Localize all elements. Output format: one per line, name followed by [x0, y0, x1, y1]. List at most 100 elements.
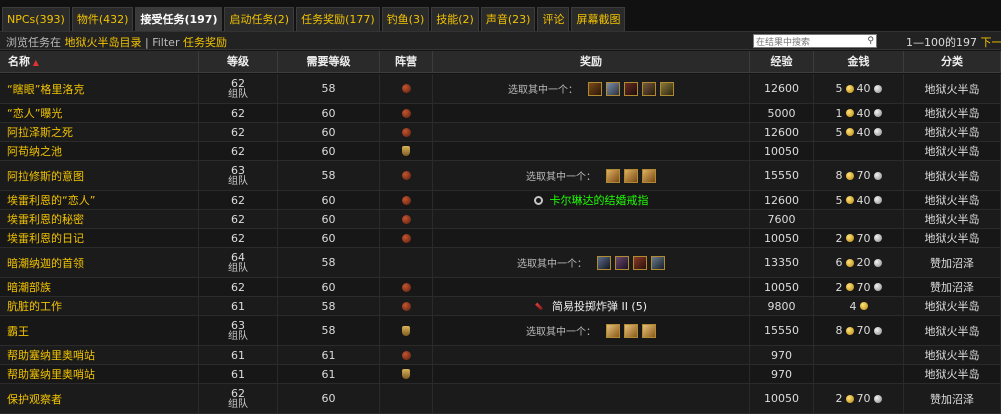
category-link[interactable]: 赞加沼泽 — [930, 279, 974, 295]
column-header-3[interactable]: 阵营 — [380, 51, 433, 73]
quest-name-link[interactable]: 埃雷利恩的“恋人” — [7, 192, 95, 208]
reward-item-icon[interactable] — [642, 169, 656, 183]
column-header-6[interactable]: 金钱 — [814, 51, 904, 73]
cell-3 — [380, 248, 433, 277]
cell-3 — [380, 229, 433, 247]
cell-5: 9800 — [750, 297, 814, 315]
reward-item-icon[interactable] — [606, 169, 620, 183]
zone-link[interactable]: 地狱火半岛目录 — [65, 36, 142, 49]
cell-1: 62 — [199, 191, 278, 209]
quest-name-link[interactable]: 保护观察者 — [7, 391, 62, 407]
category-link[interactable]: 地狱火半岛 — [925, 211, 980, 227]
level-value: 62 — [231, 213, 245, 226]
quest-level: 62组队 — [228, 78, 248, 100]
category-link[interactable]: 地狱火半岛 — [925, 81, 980, 97]
level-value: 61 — [231, 300, 245, 313]
column-header-2[interactable]: 需要等级 — [278, 51, 380, 73]
reward-item-icon[interactable] — [606, 82, 620, 96]
horde-icon — [402, 171, 411, 180]
column-header-5[interactable]: 经验 — [750, 51, 814, 73]
category-link[interactable]: 赞加沼泽 — [930, 255, 974, 271]
search-input[interactable] — [754, 37, 862, 49]
quest-name-link[interactable]: 暗潮部族 — [7, 279, 51, 295]
next-page-link[interactable]: 下一个 〉 — [981, 36, 1001, 49]
quest-name-link[interactable]: 帮助塞纳里奥哨站 — [7, 347, 95, 363]
category-link[interactable]: 地狱火半岛 — [925, 298, 980, 314]
reward-item-icon[interactable] — [624, 82, 638, 96]
quest-level: 62 — [231, 282, 245, 293]
cell-4 — [433, 210, 750, 228]
search-icon[interactable]: ⚲ — [867, 35, 874, 47]
quest-name-link[interactable]: 帮助塞纳里奥哨站 — [7, 366, 95, 382]
cell-6: 4 — [814, 297, 904, 315]
cell-3 — [380, 297, 433, 315]
column-header-4[interactable]: 奖励 — [433, 51, 750, 73]
cell-5: 15550 — [750, 316, 814, 345]
quest-name-link[interactable]: 霸王 — [7, 323, 29, 339]
cell-6: 540 — [814, 123, 904, 141]
quest-level: 62 — [231, 214, 245, 225]
quest-name-link[interactable]: “瞎眼”格里洛克 — [7, 81, 84, 97]
tab-7[interactable]: 声音(23) — [481, 7, 536, 31]
quest-name-link[interactable]: “恋人”曝光 — [7, 105, 62, 121]
category-link[interactable]: 地狱火半岛 — [925, 143, 980, 159]
reward-item-icon[interactable] — [624, 324, 638, 338]
quest-name-link[interactable]: 埃雷利恩的秘密 — [7, 211, 84, 227]
category-link[interactable]: 地狱火半岛 — [925, 192, 980, 208]
column-header-7[interactable]: 分类 — [904, 51, 1001, 73]
horde-icon — [402, 196, 411, 205]
level-value: 63 — [231, 164, 245, 177]
reward-item-icon[interactable] — [597, 256, 611, 270]
tab-2[interactable]: 接受任务(197) — [135, 7, 222, 31]
tab-9[interactable]: 屏幕截图 — [571, 7, 625, 31]
quest-name-link[interactable]: 阿拉修斯的意图 — [7, 168, 84, 184]
quest-name-link[interactable]: 埃雷利恩的日记 — [7, 230, 84, 246]
reward-item-icon[interactable] — [588, 82, 602, 96]
search-box[interactable]: ⚲ — [753, 34, 877, 48]
cell-7: 地狱火半岛 — [904, 229, 1001, 247]
reward-item-icon[interactable] — [606, 324, 620, 338]
cell-6: 870 — [814, 316, 904, 345]
category-link[interactable]: 地狱火半岛 — [925, 366, 980, 382]
tab-1[interactable]: 物件(432) — [72, 7, 134, 31]
tab-0[interactable]: NPCs(393) — [2, 7, 70, 31]
reward-item-link[interactable]: 卡尔琳达的结婚戒指 — [550, 192, 649, 208]
column-header-0[interactable]: 名称 ▲ — [0, 51, 199, 73]
silver-amount: 40 — [857, 82, 871, 95]
quest-name-link[interactable]: 暗潮纳迦的首领 — [7, 255, 84, 271]
group-tag: 组队 — [228, 331, 248, 342]
tab-5[interactable]: 钓鱼(3) — [382, 7, 430, 31]
tab-6[interactable]: 技能(2) — [431, 7, 479, 31]
tab-4[interactable]: 任务奖励(177) — [296, 7, 380, 31]
category-link[interactable]: 地狱火半岛 — [925, 124, 980, 140]
quest-name-link[interactable]: 阿苟纳之池 — [7, 143, 62, 159]
category-link[interactable]: 地狱火半岛 — [925, 323, 980, 339]
category-link[interactable]: 地狱火半岛 — [925, 230, 980, 246]
category-link[interactable]: 地狱火半岛 — [925, 347, 980, 363]
reward-item-icon[interactable] — [615, 256, 629, 270]
horde-icon — [402, 283, 411, 292]
column-header-1[interactable]: 等级 — [199, 51, 278, 73]
reward-item-icon[interactable] — [642, 82, 656, 96]
reward-item-icon[interactable] — [642, 324, 656, 338]
reward-item-icon[interactable] — [660, 82, 674, 96]
tab-bar: NPCs(393)物件(432)接受任务(197)启动任务(2)任务奖励(177… — [0, 0, 1001, 32]
tab-8[interactable]: 评论 — [537, 7, 569, 31]
tab-3[interactable]: 启动任务(2) — [224, 7, 294, 31]
reward-item-icon[interactable] — [633, 256, 647, 270]
category-link[interactable]: 地狱火半岛 — [925, 168, 980, 184]
reward-item-icon[interactable] — [624, 169, 638, 183]
cell-3 — [380, 191, 433, 209]
quest-name-link[interactable]: 肮脏的工作 — [7, 298, 62, 314]
quest-name-link[interactable]: 阿拉泽斯之死 — [7, 124, 73, 140]
choose-one-label: 选取其中一个： — [526, 168, 596, 183]
reward-item-icon[interactable] — [651, 256, 665, 270]
cell-5: 13350 — [750, 248, 814, 277]
filter-link[interactable]: 任务奖励 — [183, 36, 227, 49]
cell-4 — [433, 229, 750, 247]
category-link[interactable]: 赞加沼泽 — [930, 391, 974, 407]
reward-item-link[interactable]: 简易投掷炸弹 II (5) — [552, 298, 647, 314]
category-link[interactable]: 地狱火半岛 — [925, 105, 980, 121]
cell-5: 12600 — [750, 74, 814, 103]
column-header-label: 经验 — [771, 55, 793, 68]
